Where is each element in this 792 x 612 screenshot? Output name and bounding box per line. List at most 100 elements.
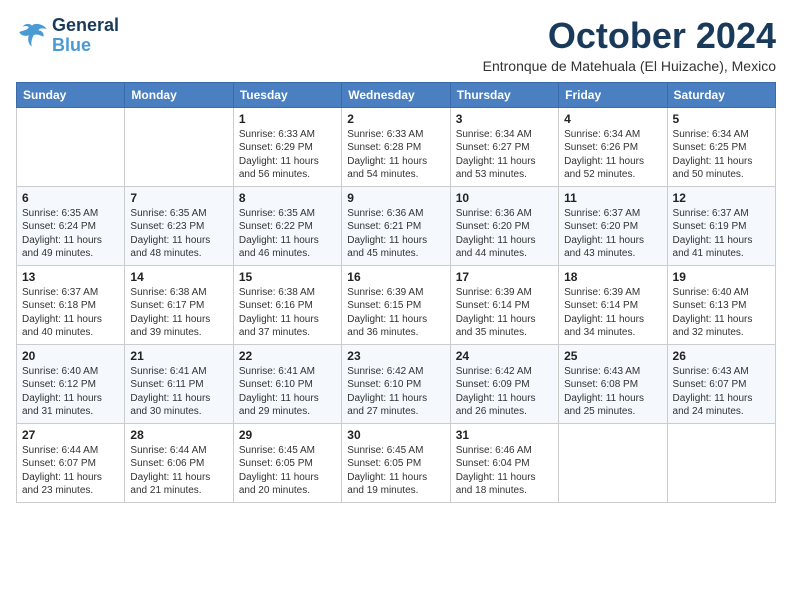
day-number: 28	[130, 428, 227, 442]
day-number: 25	[564, 349, 661, 363]
calendar-cell: 9Sunrise: 6:36 AMSunset: 6:21 PMDaylight…	[342, 186, 450, 265]
logo-icon	[16, 22, 48, 50]
day-number: 17	[456, 270, 553, 284]
calendar-cell: 8 Sunrise: 6:35 AMSunset: 6:22 PMDaylight…	[233, 186, 341, 265]
day-number: 18	[564, 270, 661, 284]
day-info: Sunrise: 6:36 AMSunset: 6:21 PMDaylight:…	[347, 207, 444, 261]
calendar-cell: 28 Sunrise: 6:44 AMSunset: 6:06 PMDayligh…	[125, 423, 233, 502]
header-day-sunday: Sunday	[17, 82, 125, 107]
day-number: 16	[347, 270, 444, 284]
calendar-cell: 24Sunrise: 6:42 AMSunset: 6:09 PMDayligh…	[450, 344, 558, 423]
calendar-week-row: 6 Sunrise: 6:35 AMSunset: 6:24 PMDaylight…	[17, 186, 776, 265]
page-header: General Blue October 2024 Entronque de M…	[16, 16, 776, 74]
calendar-week-row: 13 Sunrise: 6:37 AMSunset: 6:18 PMDayligh…	[17, 265, 776, 344]
month-title: October 2024	[483, 16, 776, 56]
calendar-cell: 26Sunrise: 6:43 AMSunset: 6:07 PMDayligh…	[667, 344, 775, 423]
calendar-cell: 15 Sunrise: 6:38 AMSunset: 6:16 PMDayligh…	[233, 265, 341, 344]
day-number: 4	[564, 112, 661, 126]
day-info: Sunrise: 6:41 AMSunset: 6:11 PMDaylight:…	[130, 365, 227, 419]
calendar-cell: 29 Sunrise: 6:45 AMSunset: 6:05 PMDayligh…	[233, 423, 341, 502]
calendar-cell: 21 Sunrise: 6:41 AMSunset: 6:11 PMDayligh…	[125, 344, 233, 423]
calendar-cell: 20Sunrise: 6:40 AMSunset: 6:12 PMDayligh…	[17, 344, 125, 423]
day-info: Sunrise: 6:36 AMSunset: 6:20 PMDaylight:…	[456, 207, 553, 261]
day-info: Sunrise: 6:43 AMSunset: 6:08 PMDaylight:…	[564, 365, 661, 419]
day-number: 12	[673, 191, 770, 205]
calendar-table: SundayMondayTuesdayWednesdayThursdayFrid…	[16, 82, 776, 503]
calendar-cell: 6 Sunrise: 6:35 AMSunset: 6:24 PMDaylight…	[17, 186, 125, 265]
day-info: Sunrise: 6:42 AMSunset: 6:10 PMDaylight:…	[347, 365, 444, 419]
calendar-cell	[17, 107, 125, 186]
day-number: 22	[239, 349, 336, 363]
calendar-week-row: 1Sunrise: 6:33 AMSunset: 6:29 PMDaylight…	[17, 107, 776, 186]
day-info: Sunrise: 6:44 AMSunset: 6:07 PMDaylight:…	[22, 444, 119, 498]
header-day-monday: Monday	[125, 82, 233, 107]
logo-text: General Blue	[52, 16, 119, 56]
day-number: 13	[22, 270, 119, 284]
calendar-cell	[559, 423, 667, 502]
calendar-cell: 31Sunrise: 6:46 AMSunset: 6:04 PMDayligh…	[450, 423, 558, 502]
calendar-cell: 12 Sunrise: 6:37 AMSunset: 6:19 PMDayligh…	[667, 186, 775, 265]
day-number: 29	[239, 428, 336, 442]
day-info: Sunrise: 6:44 AMSunset: 6:06 PMDaylight:…	[130, 444, 227, 498]
day-info: Sunrise: 6:40 AMSunset: 6:12 PMDaylight:…	[22, 365, 119, 419]
calendar-week-row: 27 Sunrise: 6:44 AMSunset: 6:07 PMDayligh…	[17, 423, 776, 502]
day-number: 14	[130, 270, 227, 284]
day-info: Sunrise: 6:37 AMSunset: 6:18 PMDaylight:…	[22, 286, 119, 340]
calendar-cell: 14 Sunrise: 6:38 AMSunset: 6:17 PMDayligh…	[125, 265, 233, 344]
calendar-cell: 1Sunrise: 6:33 AMSunset: 6:29 PMDaylight…	[233, 107, 341, 186]
day-info: Sunrise: 6:46 AMSunset: 6:04 PMDaylight:…	[456, 444, 553, 498]
calendar-cell: 27 Sunrise: 6:44 AMSunset: 6:07 PMDayligh…	[17, 423, 125, 502]
day-info: Sunrise: 6:40 AMSunset: 6:13 PMDaylight:…	[673, 286, 770, 340]
day-info: Sunrise: 6:35 AMSunset: 6:24 PMDaylight:…	[22, 207, 119, 261]
day-number: 30	[347, 428, 444, 442]
day-number: 7	[130, 191, 227, 205]
day-number: 15	[239, 270, 336, 284]
calendar-cell: 3Sunrise: 6:34 AMSunset: 6:27 PMDaylight…	[450, 107, 558, 186]
day-info: Sunrise: 6:35 AMSunset: 6:23 PMDaylight:…	[130, 207, 227, 261]
calendar-cell: 5 Sunrise: 6:34 AMSunset: 6:25 PMDaylight…	[667, 107, 775, 186]
calendar-cell	[125, 107, 233, 186]
calendar-cell: 4 Sunrise: 6:34 AMSunset: 6:26 PMDaylight…	[559, 107, 667, 186]
day-number: 21	[130, 349, 227, 363]
day-info: Sunrise: 6:33 AMSunset: 6:29 PMDaylight:…	[239, 128, 336, 182]
calendar-cell: 11 Sunrise: 6:37 AMSunset: 6:20 PMDayligh…	[559, 186, 667, 265]
day-info: Sunrise: 6:39 AMSunset: 6:14 PMDaylight:…	[564, 286, 661, 340]
day-number: 2	[347, 112, 444, 126]
calendar-cell: 13 Sunrise: 6:37 AMSunset: 6:18 PMDayligh…	[17, 265, 125, 344]
location-subtitle: Entronque de Matehuala (El Huizache), Me…	[483, 58, 776, 74]
calendar-cell: 10Sunrise: 6:36 AMSunset: 6:20 PMDayligh…	[450, 186, 558, 265]
day-number: 19	[673, 270, 770, 284]
day-number: 26	[673, 349, 770, 363]
calendar-cell: 2Sunrise: 6:33 AMSunset: 6:28 PMDaylight…	[342, 107, 450, 186]
day-number: 11	[564, 191, 661, 205]
calendar-cell	[667, 423, 775, 502]
day-info: Sunrise: 6:45 AMSunset: 6:05 PMDaylight:…	[239, 444, 336, 498]
header-day-friday: Friday	[559, 82, 667, 107]
day-info: Sunrise: 6:38 AMSunset: 6:16 PMDaylight:…	[239, 286, 336, 340]
day-info: Sunrise: 6:39 AMSunset: 6:14 PMDaylight:…	[456, 286, 553, 340]
day-info: Sunrise: 6:38 AMSunset: 6:17 PMDaylight:…	[130, 286, 227, 340]
header-day-saturday: Saturday	[667, 82, 775, 107]
title-area: October 2024 Entronque de Matehuala (El …	[483, 16, 776, 74]
day-info: Sunrise: 6:34 AMSunset: 6:25 PMDaylight:…	[673, 128, 770, 182]
calendar-cell: 23Sunrise: 6:42 AMSunset: 6:10 PMDayligh…	[342, 344, 450, 423]
header-day-thursday: Thursday	[450, 82, 558, 107]
calendar-cell: 30 Sunrise: 6:45 AMSunset: 6:05 PMDayligh…	[342, 423, 450, 502]
calendar-cell: 17 Sunrise: 6:39 AMSunset: 6:14 PMDayligh…	[450, 265, 558, 344]
day-info: Sunrise: 6:45 AMSunset: 6:05 PMDaylight:…	[347, 444, 444, 498]
header-day-tuesday: Tuesday	[233, 82, 341, 107]
day-info: Sunrise: 6:37 AMSunset: 6:19 PMDaylight:…	[673, 207, 770, 261]
day-number: 6	[22, 191, 119, 205]
day-number: 5	[673, 112, 770, 126]
day-info: Sunrise: 6:37 AMSunset: 6:20 PMDaylight:…	[564, 207, 661, 261]
day-number: 27	[22, 428, 119, 442]
calendar-cell: 22Sunrise: 6:41 AMSunset: 6:10 PMDayligh…	[233, 344, 341, 423]
day-info: Sunrise: 6:35 AMSunset: 6:22 PMDaylight:…	[239, 207, 336, 261]
calendar-cell: 18 Sunrise: 6:39 AMSunset: 6:14 PMDayligh…	[559, 265, 667, 344]
day-info: Sunrise: 6:34 AMSunset: 6:26 PMDaylight:…	[564, 128, 661, 182]
logo: General Blue	[16, 16, 119, 56]
day-number: 8	[239, 191, 336, 205]
calendar-week-row: 20Sunrise: 6:40 AMSunset: 6:12 PMDayligh…	[17, 344, 776, 423]
calendar-cell: 7 Sunrise: 6:35 AMSunset: 6:23 PMDaylight…	[125, 186, 233, 265]
day-info: Sunrise: 6:39 AMSunset: 6:15 PMDaylight:…	[347, 286, 444, 340]
